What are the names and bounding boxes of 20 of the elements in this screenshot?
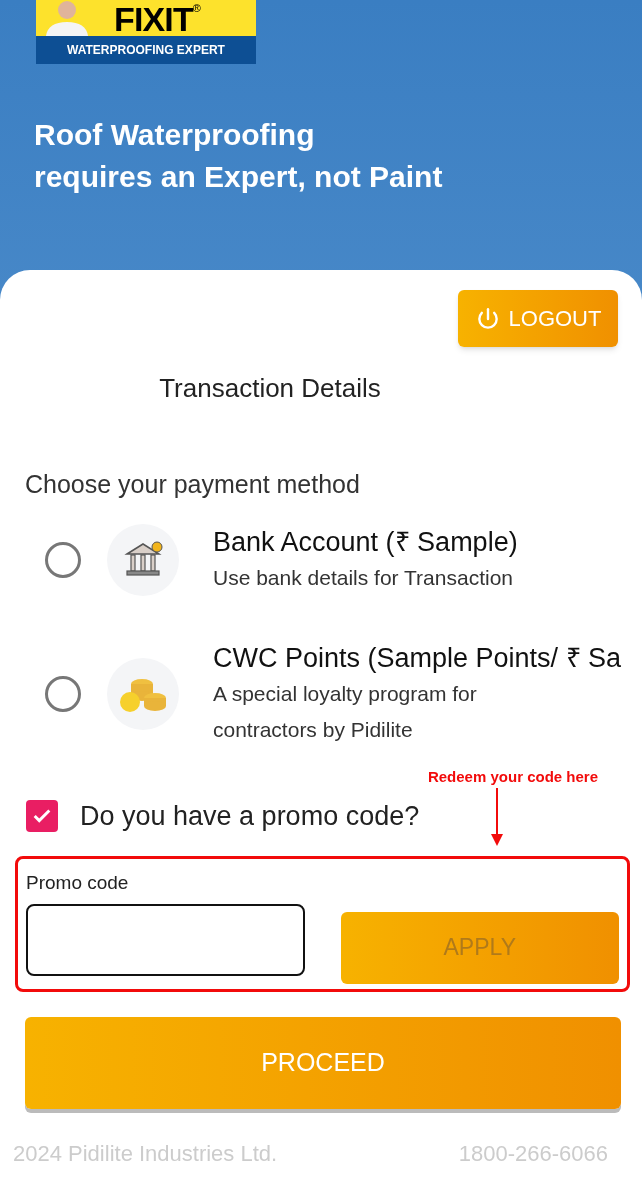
radio-button[interactable] [45,675,81,712]
hero-headline: Roof Waterproofing requires an Expert, not Paint [34,117,444,195]
option-title: CWC Points (Sample Points/ ₹ Sa [213,641,622,675]
promo-toggle-label: Do you have a promo code? [80,800,420,833]
tagline: WATERPROOFING EXPERT [36,36,256,64]
option-description: Use bank details for Transaction [213,564,514,591]
promo-label: Promo code [26,871,130,895]
promo-checkbox[interactable] [26,800,58,833]
annotation-text: Redeem your code here [427,766,598,787]
brand-name: FIXIT [114,2,193,36]
radio-button[interactable] [45,541,81,578]
annotation-arrow [491,788,504,846]
option-description: A special loyalty program for contractors by Pidilite [213,680,478,743]
person-figure [44,0,90,36]
page-title: Transaction Details [159,372,381,405]
promo-code-input[interactable] [26,903,305,976]
option-title: Bank Account (₹ Sample) [213,525,519,559]
registered-mark: ® [192,1,201,14]
payment-heading: Choose your payment method [25,469,361,500]
logout-button[interactable]: LOGOUT [458,290,618,347]
